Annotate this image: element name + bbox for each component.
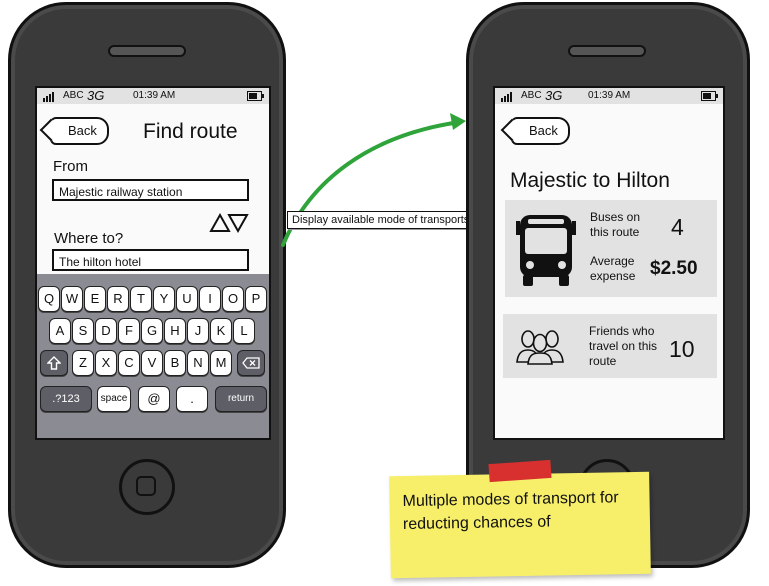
carrier-label: ABC [521, 90, 542, 101]
at-key[interactable]: @ [138, 386, 170, 412]
key[interactable]: K [210, 318, 232, 344]
key[interactable]: N [187, 350, 209, 376]
expense-label: Average expense [590, 254, 636, 283]
status-bar: ABC 3G 01:39 AM [495, 88, 723, 104]
key[interactable]: W [61, 286, 83, 312]
key[interactable]: Q [38, 286, 60, 312]
key[interactable]: H [164, 318, 186, 344]
from-field[interactable]: Majestic railway station [52, 179, 249, 201]
friends-card: Friends who travel on this route 10 [503, 314, 717, 378]
swap-direction-icon[interactable] [209, 212, 249, 234]
network-label: 3G [545, 88, 563, 103]
buses-label: Buses on this route [590, 210, 641, 239]
connector-arrow [281, 113, 466, 247]
key[interactable]: Z [72, 350, 94, 376]
dot-key[interactable]: . [176, 386, 208, 412]
key[interactable]: A [49, 318, 71, 344]
status-time: 01:39 AM [133, 90, 176, 101]
signal-icon [501, 91, 513, 102]
to-label: Where to? [54, 230, 124, 247]
numbers-key[interactable]: .?123 [40, 386, 92, 412]
key[interactable]: T [130, 286, 152, 312]
signal-icon [43, 91, 55, 102]
friends-count: 10 [669, 336, 695, 362]
destination-field[interactable]: The hilton hotel [52, 249, 249, 271]
bus-icon [516, 215, 576, 286]
back-button[interactable]: Back [50, 117, 109, 145]
key[interactable]: M [210, 350, 232, 376]
bus-info-card: Buses on this route 4 Average expense $2… [505, 200, 717, 297]
from-label: From [53, 158, 88, 175]
key[interactable]: R [107, 286, 129, 312]
status-time: 01:39 AM [588, 90, 631, 101]
route-title: Majestic to Hilton [510, 169, 670, 192]
expense-value: $2.50 [650, 258, 698, 279]
network-label: 3G [87, 88, 105, 103]
key[interactable]: C [118, 350, 140, 376]
people-icon [516, 330, 564, 365]
backspace-icon [242, 357, 260, 369]
sticky-note-text: Multiple modes of transport for reductin… [402, 489, 619, 534]
key[interactable]: U [176, 286, 198, 312]
key[interactable]: O [222, 286, 244, 312]
key[interactable]: V [141, 350, 163, 376]
backspace-key[interactable] [237, 350, 265, 376]
battery-icon [247, 91, 264, 101]
key[interactable]: S [72, 318, 94, 344]
key[interactable]: P [245, 286, 267, 312]
key[interactable]: I [199, 286, 221, 312]
right-phone-screen: ABC 3G 01:39 AM Back Majestic to Hilton … [493, 86, 725, 440]
right-phone-earpiece [568, 45, 646, 57]
key[interactable]: J [187, 318, 209, 344]
left-phone-home-button[interactable] [119, 459, 175, 515]
friends-label: Friends who travel on this route [589, 324, 658, 368]
shift-arrow-icon [46, 356, 62, 370]
page-title: Find route [143, 120, 238, 143]
connector-label: Display available mode of transports [287, 211, 475, 229]
keyboard: Q W E R T Y U I O P A S D F G H J K L Z … [37, 274, 269, 438]
buses-count: 4 [671, 214, 684, 240]
sticky-note: Multiple modes of transport for reductin… [389, 471, 651, 579]
left-phone-screen: ABC 3G 01:39 AM Back Find route From Maj… [35, 86, 271, 440]
space-key[interactable]: space [97, 386, 131, 412]
carrier-label: ABC [63, 90, 84, 101]
left-phone-earpiece [108, 45, 186, 57]
key[interactable]: B [164, 350, 186, 376]
status-bar: ABC 3G 01:39 AM [37, 88, 269, 104]
key[interactable]: G [141, 318, 163, 344]
battery-icon [701, 91, 718, 101]
key[interactable]: D [95, 318, 117, 344]
back-button[interactable]: Back [511, 117, 570, 145]
key[interactable]: X [95, 350, 117, 376]
key[interactable]: L [233, 318, 255, 344]
key[interactable]: E [84, 286, 106, 312]
return-key[interactable]: return [215, 386, 267, 412]
key[interactable]: F [118, 318, 140, 344]
key[interactable]: Y [153, 286, 175, 312]
shift-key[interactable] [40, 350, 68, 376]
